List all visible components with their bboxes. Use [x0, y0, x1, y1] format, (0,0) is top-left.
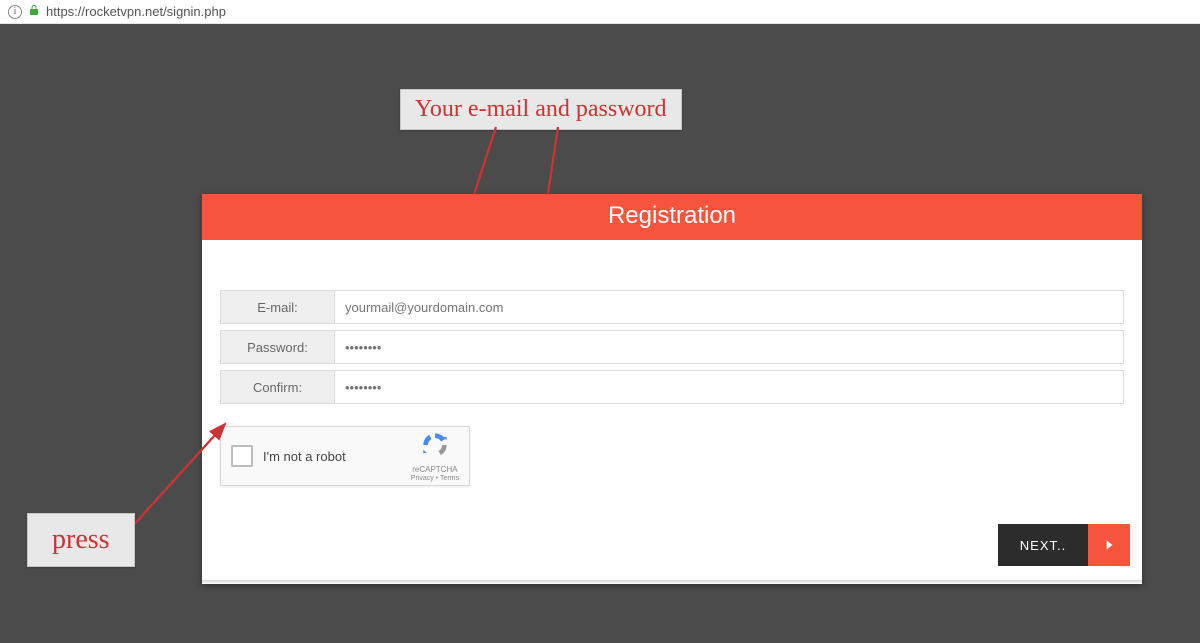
arrow-to-checkbox [0, 24, 1200, 643]
browser-address-bar: i https://rocketvpn.net/signin.php [0, 0, 1200, 24]
info-icon: i [8, 5, 22, 19]
page-stage: Your e-mail and password Registration E-… [0, 24, 1200, 643]
lock-icon [28, 3, 40, 20]
annotation-press: press [27, 513, 135, 567]
url-text[interactable]: https://rocketvpn.net/signin.php [46, 4, 226, 19]
